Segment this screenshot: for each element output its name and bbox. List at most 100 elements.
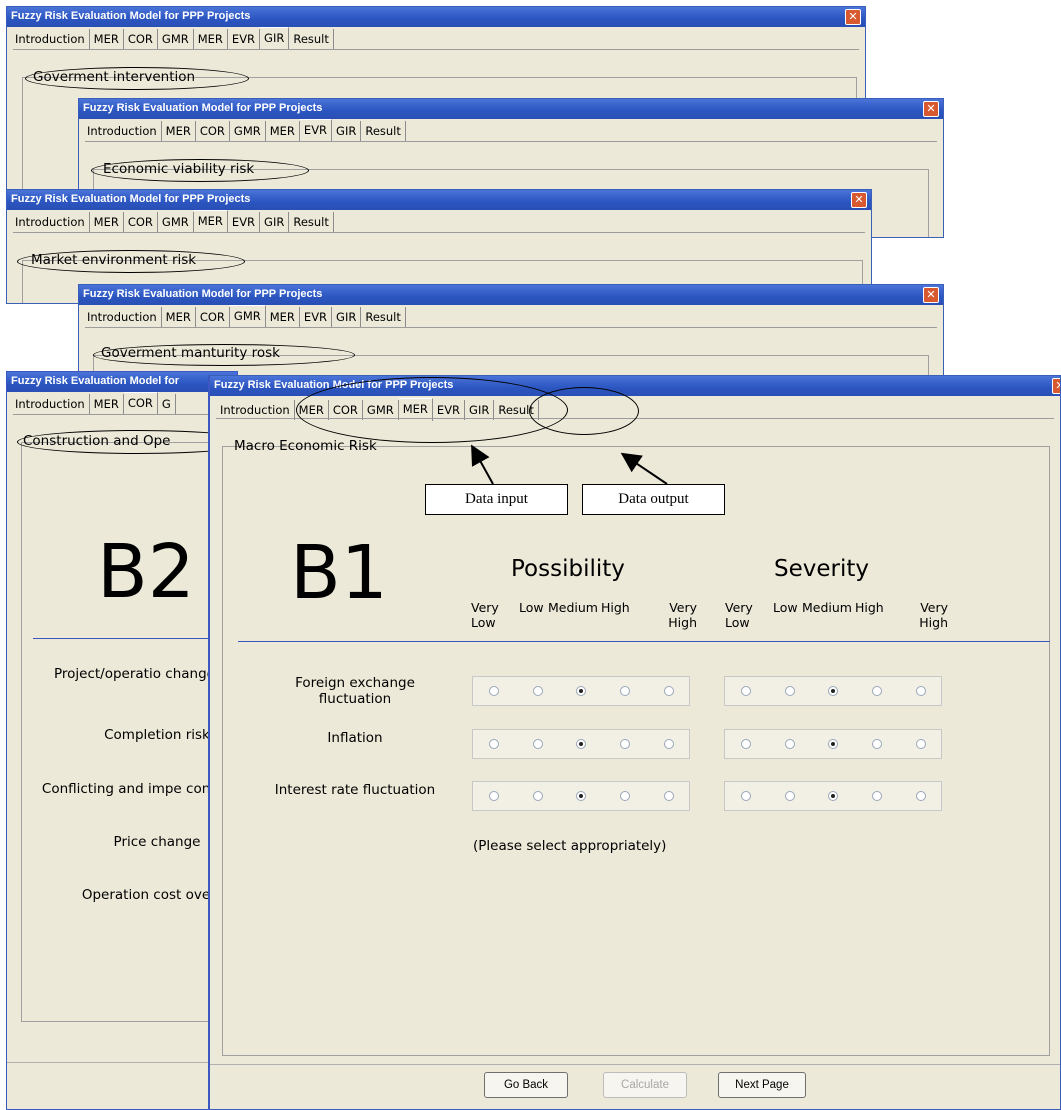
tab-evr[interactable]: EVR bbox=[228, 29, 261, 49]
tab-gir[interactable]: GIR bbox=[332, 307, 362, 327]
annotation-ellipse-output-tab bbox=[529, 387, 639, 435]
tab-evr[interactable]: EVR bbox=[299, 119, 333, 142]
tab-gmr[interactable]: GMR bbox=[158, 212, 194, 232]
close-icon[interactable]: ✕ bbox=[923, 287, 939, 303]
tab-result[interactable]: Result bbox=[289, 29, 334, 49]
radio-very-high[interactable] bbox=[916, 686, 926, 696]
tab-introduction[interactable]: Introduction bbox=[83, 307, 162, 327]
radio-very-low[interactable] bbox=[741, 686, 751, 696]
tab-mer[interactable]: MER bbox=[162, 121, 196, 141]
tab-mer[interactable]: MER bbox=[193, 210, 228, 233]
title-bar[interactable]: Fuzzy Risk Evaluation Model for PPP Proj… bbox=[7, 190, 871, 210]
severity-group bbox=[724, 676, 942, 706]
scale-very-low: Very Low bbox=[725, 600, 753, 630]
tab-evr[interactable]: EVR bbox=[228, 212, 261, 232]
scale-high: High bbox=[855, 600, 884, 615]
window-cor: Fuzzy Risk Evaluation Model for Introduc… bbox=[6, 371, 238, 1110]
tab-introduction[interactable]: Introduction bbox=[216, 400, 295, 420]
radio-high[interactable] bbox=[620, 686, 630, 696]
tab-introduction[interactable]: Introduction bbox=[11, 29, 90, 49]
tab-mer[interactable]: MER bbox=[90, 212, 124, 232]
radio-very-high[interactable] bbox=[664, 686, 674, 696]
possibility-group bbox=[472, 676, 690, 706]
tab-gir[interactable]: GIR bbox=[332, 121, 362, 141]
tab-mer[interactable]: MER bbox=[194, 29, 228, 49]
radio-very-high[interactable] bbox=[916, 739, 926, 749]
tab-gmr[interactable]: GMR bbox=[229, 305, 266, 328]
tab-mer[interactable]: MER bbox=[90, 29, 124, 49]
radio-medium[interactable] bbox=[576, 791, 586, 801]
tab-g[interactable]: G bbox=[158, 394, 176, 414]
instruction-note: (Please select appropriately) bbox=[473, 838, 667, 854]
radio-low[interactable] bbox=[533, 686, 543, 696]
radio-very-low[interactable] bbox=[489, 686, 499, 696]
radio-very-high[interactable] bbox=[916, 791, 926, 801]
tab-introduction[interactable]: Introduction bbox=[83, 121, 162, 141]
annotation-ellipse bbox=[93, 344, 355, 366]
tab-strip: Introduction MER COR GMR MER EVR GIR Result bbox=[11, 27, 334, 50]
tab-gir[interactable]: GIR bbox=[260, 212, 290, 232]
calculate-button[interactable]: Calculate bbox=[603, 1072, 687, 1098]
tab-cor[interactable]: COR bbox=[124, 29, 158, 49]
tab-cor[interactable]: COR bbox=[124, 212, 158, 232]
radio-low[interactable] bbox=[785, 739, 795, 749]
tab-gmr[interactable]: GMR bbox=[158, 29, 194, 49]
radio-high[interactable] bbox=[620, 791, 630, 801]
go-back-button[interactable]: Go Back bbox=[484, 1072, 568, 1098]
window-gmr: Fuzzy Risk Evaluation Model for PPP Proj… bbox=[78, 284, 944, 384]
tab-cor[interactable]: COR bbox=[196, 307, 230, 327]
row-label: Interest rate fluctuation bbox=[274, 782, 436, 798]
tab-mer[interactable]: MER bbox=[90, 394, 124, 414]
title-bar[interactable]: Fuzzy Risk Evaluation Model for PPP Proj… bbox=[7, 7, 865, 27]
title-bar[interactable]: Fuzzy Risk Evaluation Model for bbox=[7, 372, 237, 392]
tab-result[interactable]: Result bbox=[361, 307, 406, 327]
title-bar[interactable]: Fuzzy Risk Evaluation Model for PPP Proj… bbox=[79, 285, 943, 305]
title-bar[interactable]: Fuzzy Risk Evaluation Model for PPP Proj… bbox=[79, 99, 943, 119]
radio-low[interactable] bbox=[533, 739, 543, 749]
tab-mer[interactable]: MER bbox=[162, 307, 196, 327]
radio-very-high[interactable] bbox=[664, 791, 674, 801]
tab-divider bbox=[13, 232, 865, 233]
radio-high[interactable] bbox=[620, 739, 630, 749]
close-icon[interactable]: ✕ bbox=[845, 9, 861, 25]
radio-low[interactable] bbox=[785, 686, 795, 696]
tab-gir[interactable]: GIR bbox=[260, 27, 290, 50]
tab-result[interactable]: Result bbox=[289, 212, 334, 232]
tab-mer[interactable]: MER bbox=[266, 307, 300, 327]
radio-very-low[interactable] bbox=[489, 791, 499, 801]
radio-very-low[interactable] bbox=[489, 739, 499, 749]
scale-low: Low bbox=[519, 600, 544, 615]
possibility-heading: Possibility bbox=[511, 556, 625, 582]
radio-medium[interactable] bbox=[828, 739, 838, 749]
tab-evr[interactable]: EVR bbox=[300, 307, 333, 327]
window-title: Fuzzy Risk Evaluation Model for bbox=[11, 375, 180, 387]
radio-high[interactable] bbox=[872, 791, 882, 801]
tab-introduction[interactable]: Introduction bbox=[11, 212, 90, 232]
radio-medium[interactable] bbox=[828, 791, 838, 801]
tab-cor[interactable]: COR bbox=[123, 392, 158, 415]
radio-very-high[interactable] bbox=[664, 739, 674, 749]
tab-cor[interactable]: COR bbox=[196, 121, 230, 141]
tab-strip: Introduction MER COR G bbox=[11, 392, 176, 415]
tab-introduction[interactable]: Introduction bbox=[11, 394, 90, 414]
callout-data-output: Data output bbox=[582, 484, 725, 515]
radio-medium[interactable] bbox=[576, 739, 586, 749]
close-icon[interactable]: ✕ bbox=[1052, 378, 1060, 394]
radio-medium[interactable] bbox=[828, 686, 838, 696]
criterion-label: B1 bbox=[290, 530, 388, 616]
radio-low[interactable] bbox=[785, 791, 795, 801]
radio-high[interactable] bbox=[872, 739, 882, 749]
tab-divider bbox=[13, 414, 231, 415]
tab-mer[interactable]: MER bbox=[266, 121, 300, 141]
radio-high[interactable] bbox=[872, 686, 882, 696]
close-icon[interactable]: ✕ bbox=[923, 101, 939, 117]
next-page-button[interactable]: Next Page bbox=[718, 1072, 806, 1098]
tab-result[interactable]: Result bbox=[361, 121, 406, 141]
annotation-ellipse bbox=[91, 159, 309, 182]
close-icon[interactable]: ✕ bbox=[851, 192, 867, 208]
tab-gmr[interactable]: GMR bbox=[230, 121, 266, 141]
radio-very-low[interactable] bbox=[741, 739, 751, 749]
radio-very-low[interactable] bbox=[741, 791, 751, 801]
radio-medium[interactable] bbox=[576, 686, 586, 696]
radio-low[interactable] bbox=[533, 791, 543, 801]
